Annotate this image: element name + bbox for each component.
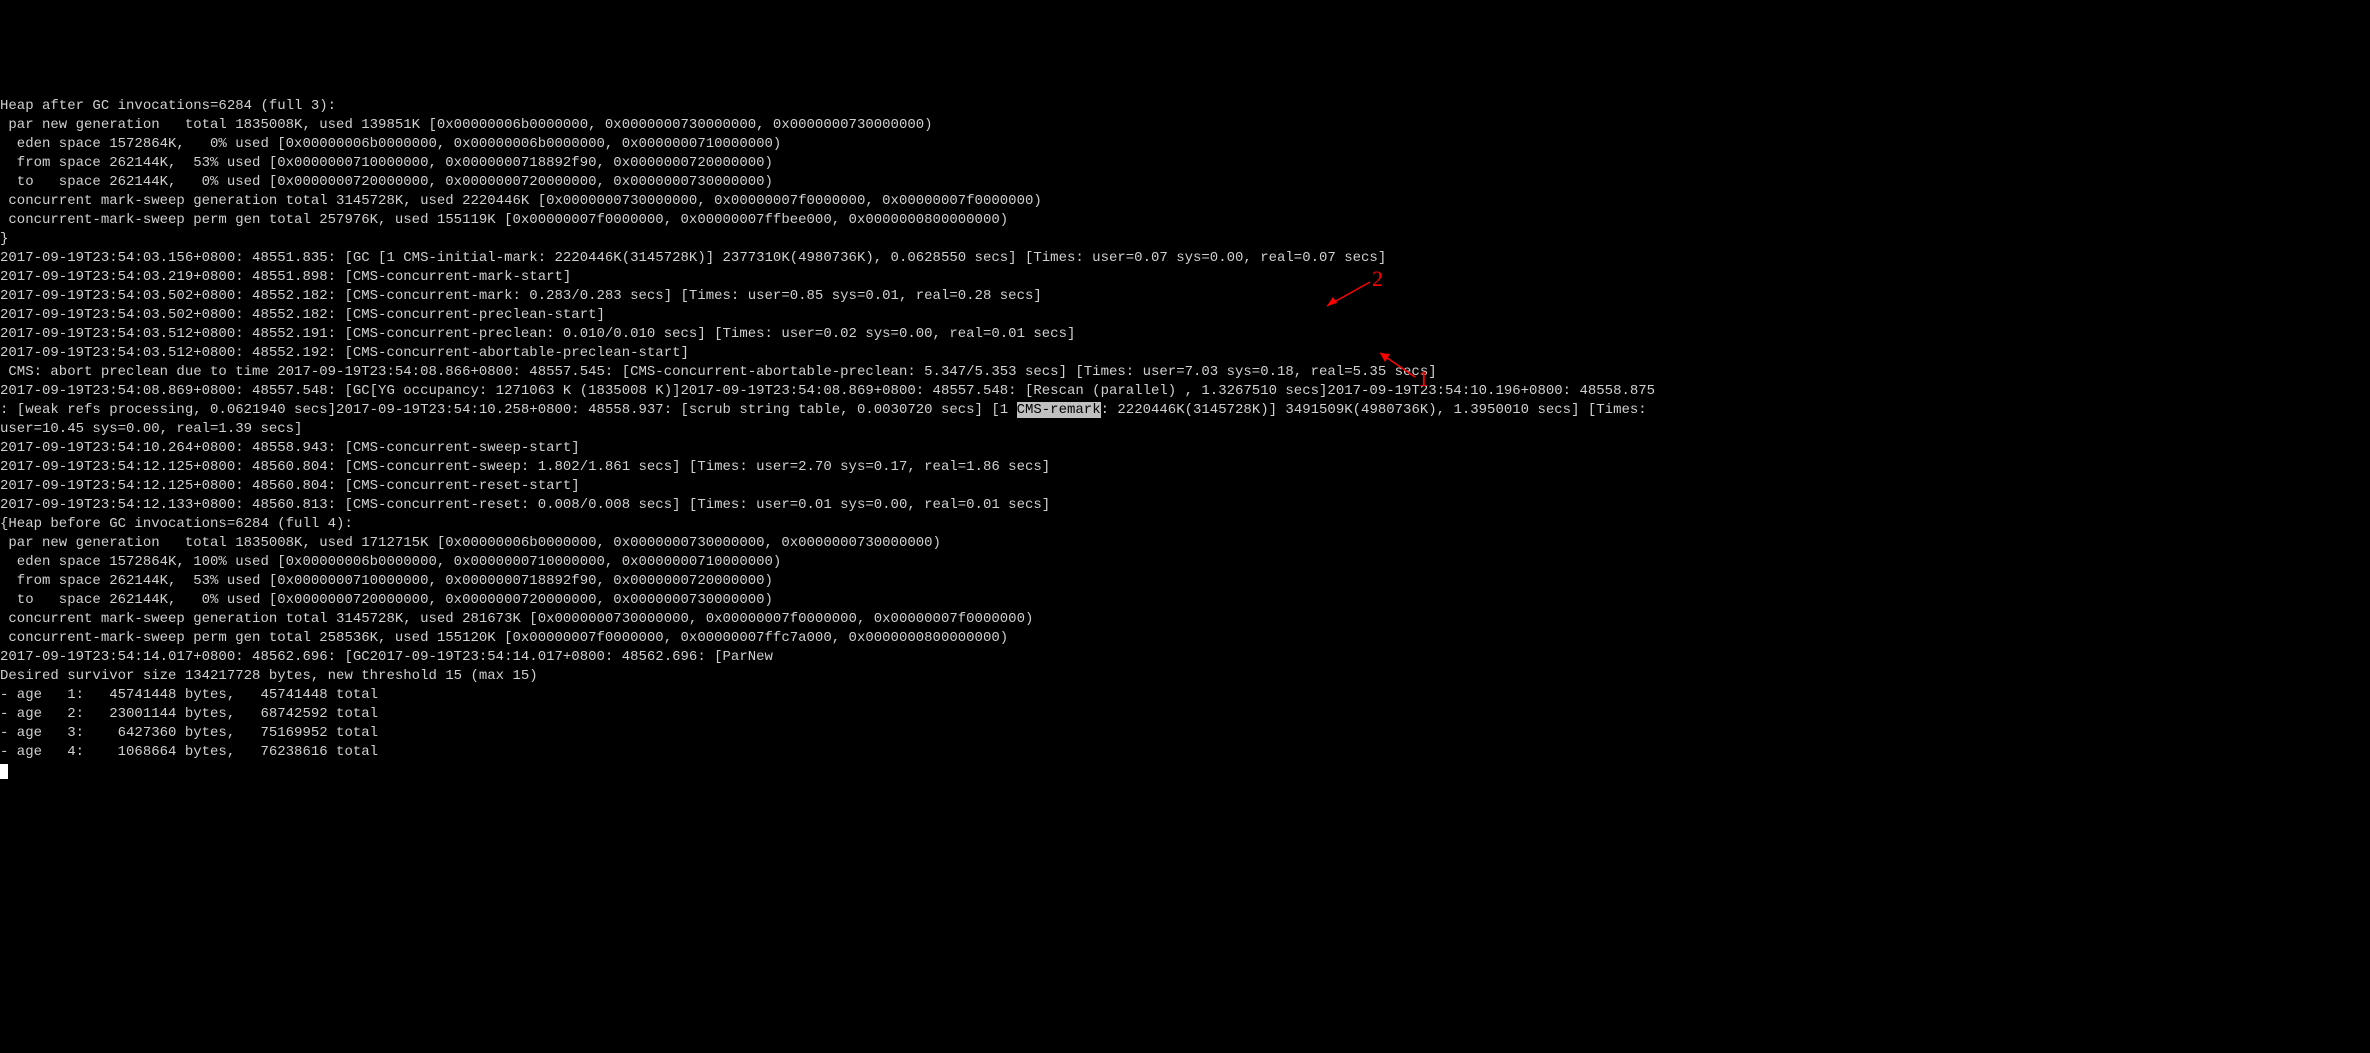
log-block-2: user=10.45 sys=0.00, real=1.39 secs] 201… [0,421,1050,760]
annotation-label-1: 1 [1418,369,1429,388]
gc-log-terminal[interactable]: Heap after GC invocations=6284 (full 3):… [0,95,2370,781]
log-block-1: Heap after GC invocations=6284 (full 3):… [0,98,1437,380]
annotation-label-2: 2 [1372,269,1383,288]
cursor [0,764,8,779]
log-line-remark-post: : 2220446K(3145728K)] 3491509K(4980736K)… [1101,402,1647,418]
log-line-remark-pre: : [weak refs processing, 0.0621940 secs]… [0,402,1017,418]
highlight-cms-remark: CMS-remark [1017,402,1101,418]
log-line-rescan: 2017-09-19T23:54:08.869+0800: 48557.548:… [0,383,1655,399]
